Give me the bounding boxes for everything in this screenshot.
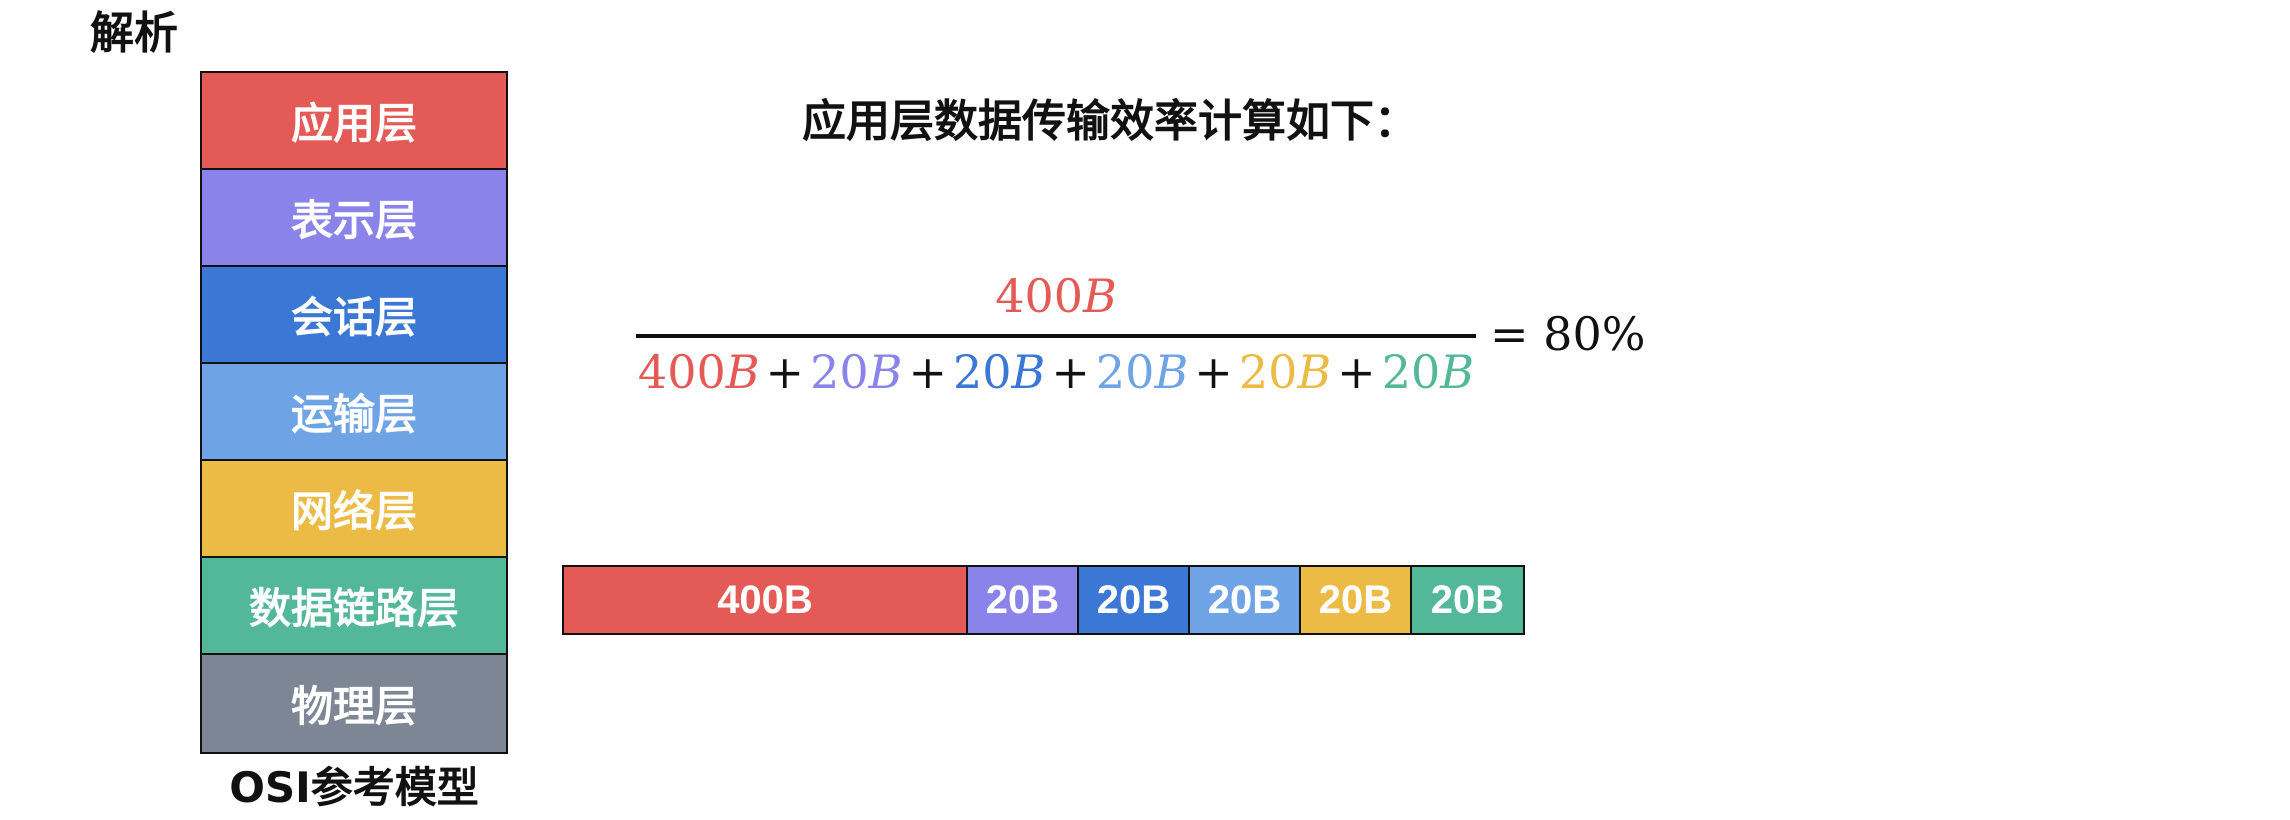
layer-label: 表示层 [290, 196, 417, 245]
term-unit: B [1083, 269, 1117, 323]
term-unit: B [725, 345, 760, 399]
layer-datalink: 数据链路层 [202, 558, 506, 655]
term-unit: B [1011, 345, 1046, 399]
denominator-term: 20B [1096, 345, 1188, 399]
term-unit: B [1297, 345, 1332, 399]
packet-segment: 20B [1301, 567, 1412, 633]
layer-label: 物理层 [290, 682, 417, 731]
numerator-term: 400B [995, 269, 1117, 323]
page-heading: 解析 [90, 8, 178, 59]
fraction-denominator: 400B +20B +20B +20B +20B +20B [636, 340, 1476, 404]
equals-sign: = [1490, 307, 1529, 361]
packet-segment: 400B [564, 567, 968, 633]
term-value: 400 [637, 345, 726, 399]
term-value: 400 [995, 269, 1083, 323]
fraction-bar [636, 334, 1476, 338]
denominator-term: 20B [810, 345, 902, 399]
term-value: 20 [1095, 345, 1155, 399]
term-value: 20 [1381, 345, 1441, 399]
packet-segment: 20B [1190, 567, 1301, 633]
term-unit: B [1154, 345, 1189, 399]
layer-label: 会话层 [290, 293, 417, 342]
layer-presentation: 表示层 [202, 170, 506, 267]
term-value: 20 [810, 345, 869, 399]
layer-application: 应用层 [202, 73, 506, 170]
plus-operator: + [1051, 345, 1090, 399]
plus-operator: + [1194, 345, 1233, 399]
osi-layer-stack: 应用层 表示层 会话层 运输层 网络层 数据链路层 物理层 [200, 71, 508, 754]
layer-label: 应用层 [290, 99, 417, 148]
result-value: 80% [1543, 307, 1646, 361]
plus-operator: + [765, 345, 805, 399]
term-value: 20 [1238, 345, 1298, 399]
osi-caption: OSI参考模型 [229, 763, 479, 812]
term-value: 20 [953, 345, 1012, 399]
layer-network: 网络层 [202, 461, 506, 558]
denominator-term: 400B [638, 345, 760, 399]
term-unit: B [868, 345, 903, 399]
layer-label: 网络层 [290, 487, 417, 536]
layer-label: 运输层 [290, 390, 417, 439]
packet-segment: 20B [968, 567, 1079, 633]
layer-session: 会话层 [202, 267, 506, 364]
formula-title: 应用层数据传输效率计算如下： [802, 96, 1418, 147]
layer-label: 数据链路层 [248, 584, 459, 633]
denominator-term: 20B [1239, 345, 1331, 399]
denominator-term: 20B [953, 345, 1045, 399]
packet-segment: 20B [1412, 567, 1523, 633]
plus-operator: + [1337, 345, 1376, 399]
efficiency-result: = 80% [1490, 304, 1645, 364]
plus-operator: + [908, 345, 947, 399]
layer-physical: 物理层 [202, 655, 506, 752]
layer-transport: 运输层 [202, 364, 506, 461]
packet-segment: 20B [1079, 567, 1190, 633]
denominator-term: 20B [1382, 345, 1474, 399]
term-unit: B [1440, 345, 1475, 399]
packet-composition-bar: 400B 20B 20B 20B 20B 20B [562, 565, 1525, 635]
fraction-numerator: 400B [636, 268, 1476, 324]
